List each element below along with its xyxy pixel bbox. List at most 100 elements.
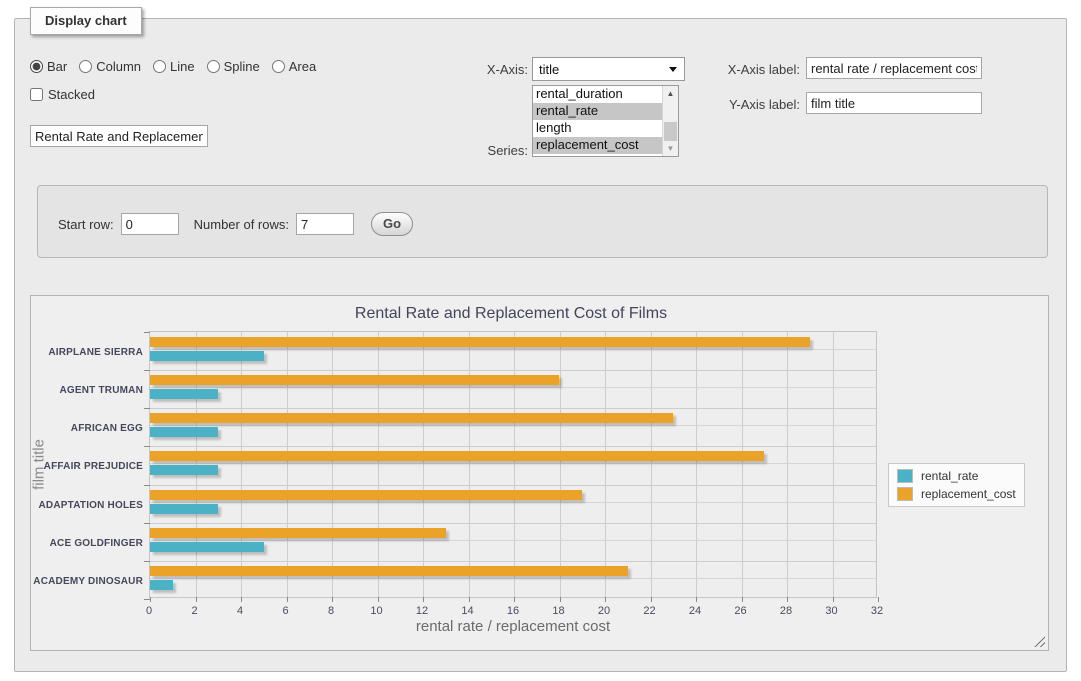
go-button[interactable]: Go [371, 212, 413, 236]
legend-entry: rental_rate [895, 467, 1018, 485]
resize-grip-icon[interactable] [1034, 636, 1045, 647]
y-tick-mark [144, 446, 150, 447]
x-tick-label: 20 [584, 605, 624, 617]
bar-rental_rate [150, 504, 218, 514]
x-tick-mark [332, 597, 333, 602]
x-tick-label: 32 [857, 605, 897, 617]
x-tick-label: 12 [402, 605, 442, 617]
chart-type-radio-bar[interactable]: Bar [30, 59, 67, 74]
x-tick-mark [605, 597, 606, 602]
gridline [150, 387, 876, 388]
gridline [241, 332, 242, 597]
chart-type-radio-spline[interactable]: Spline [207, 59, 260, 74]
category-label: AIRPLANE SIERRA [33, 347, 143, 358]
gridline [150, 446, 876, 447]
series-option-replacement_cost[interactable]: replacement_cost [533, 137, 662, 154]
gridline [150, 540, 876, 541]
chart-type-label: Spline [224, 59, 260, 74]
bar-replacement_cost [150, 566, 628, 576]
num-rows-input[interactable] [296, 213, 354, 235]
x-tick-mark [878, 597, 879, 602]
legend-swatch-icon [897, 487, 913, 501]
x-axis-label-input[interactable] [806, 57, 982, 79]
x-tick-mark [696, 597, 697, 602]
gridline [787, 332, 788, 597]
chart-type-radio-line[interactable]: Line [153, 59, 195, 74]
gridline [150, 502, 876, 503]
series-select-label: Series: [460, 143, 528, 158]
start-row-input[interactable] [121, 213, 179, 235]
series-option-rental_duration[interactable]: rental_duration [533, 86, 662, 103]
chevron-down-icon [669, 67, 677, 72]
chart-title-input[interactable] [30, 125, 208, 147]
gridline [423, 332, 424, 597]
category-label: AGENT TRUMAN [33, 385, 143, 396]
x-tick-label: 28 [766, 605, 806, 617]
stacked-label: Stacked [48, 87, 95, 102]
y-axis-label-input[interactable] [806, 92, 982, 114]
gridline [150, 578, 876, 579]
gridline [287, 332, 288, 597]
radio-icon[interactable] [207, 60, 220, 73]
x-tick-label: 14 [448, 605, 488, 617]
radio-icon[interactable] [153, 60, 166, 73]
x-axis-selected-value: title [539, 62, 559, 77]
stacked-checkbox[interactable] [30, 88, 43, 101]
gridline [150, 408, 876, 409]
gridline [560, 332, 561, 597]
gridline [150, 463, 876, 464]
bar-rental_rate [150, 465, 218, 475]
x-tick-label: 30 [812, 605, 852, 617]
scroll-down-icon[interactable]: ▼ [663, 141, 678, 156]
y-axis-title: film title [31, 415, 48, 515]
gridline [378, 332, 379, 597]
series-multiselect[interactable]: rental_durationrental_ratelengthreplacem… [532, 85, 679, 157]
bar-rental_rate [150, 580, 173, 590]
chart-type-label: Bar [47, 59, 67, 74]
bar-replacement_cost [150, 451, 764, 461]
y-tick-mark [144, 408, 150, 409]
gridline [150, 523, 876, 524]
num-rows-label: Number of rows: [194, 217, 289, 232]
x-tick-mark [469, 597, 470, 602]
x-tick-mark [196, 597, 197, 602]
x-tick-label: 10 [357, 605, 397, 617]
gridline [742, 332, 743, 597]
bar-rental_rate [150, 542, 264, 552]
x-tick-mark [833, 597, 834, 602]
x-tick-label: 0 [129, 605, 169, 617]
x-axis-select-label: X-Axis: [460, 62, 528, 77]
y-tick-mark [144, 332, 150, 333]
chart-type-radio-area[interactable]: Area [272, 59, 316, 74]
radio-icon[interactable] [30, 60, 43, 73]
x-tick-label: 22 [630, 605, 670, 617]
series-option-rental_rate[interactable]: rental_rate [533, 103, 662, 120]
stacked-checkbox-row[interactable]: Stacked [30, 87, 95, 102]
x-tick-label: 16 [493, 605, 533, 617]
y-tick-mark [144, 523, 150, 524]
x-axis-title: rental rate / replacement cost [149, 618, 877, 635]
chart-type-radio-column[interactable]: Column [79, 59, 141, 74]
x-axis-field-label: X-Axis label: [705, 62, 800, 77]
chart-type-label: Line [170, 59, 195, 74]
x-tick-label: 4 [220, 605, 260, 617]
x-tick-label: 8 [311, 605, 351, 617]
bar-rental_rate [150, 427, 218, 437]
bar-replacement_cost [150, 337, 810, 347]
gridline [651, 332, 652, 597]
radio-icon[interactable] [272, 60, 285, 73]
x-tick-label: 6 [266, 605, 306, 617]
series-scrollbar[interactable]: ▲ ▼ [662, 86, 678, 156]
series-option-length[interactable]: length [533, 120, 662, 137]
x-tick-mark [787, 597, 788, 602]
x-tick-mark [742, 597, 743, 602]
chart-title: Rental Rate and Replacement Cost of Film… [31, 305, 991, 323]
scroll-up-icon[interactable]: ▲ [663, 86, 678, 101]
x-tick-mark [378, 597, 379, 602]
x-tick-label: 2 [175, 605, 215, 617]
x-tick-mark [150, 597, 151, 602]
radio-icon[interactable] [79, 60, 92, 73]
x-tick-mark [560, 597, 561, 602]
category-label: ACADEMY DINOSAUR [33, 576, 143, 587]
x-axis-select[interactable]: title [532, 57, 685, 81]
